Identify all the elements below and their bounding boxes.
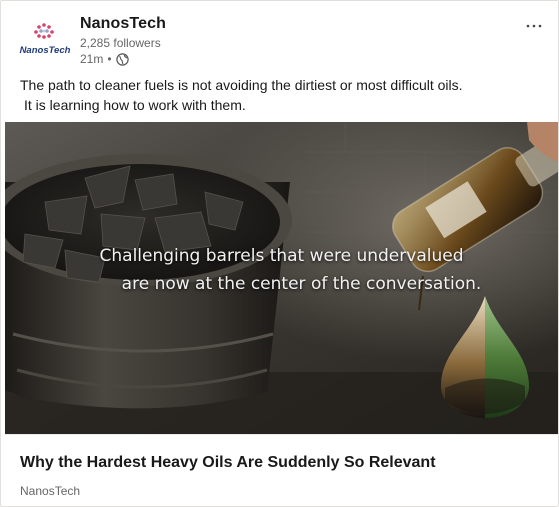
globe-icon [115,52,129,66]
author-name[interactable]: NanosTech [80,15,166,33]
article-title[interactable]: Why the Hardest Heavy Oils Are Suddenly … [20,454,436,472]
article-link-preview[interactable]: Why the Hardest Heavy Oils Are Suddenly … [5,434,558,506]
post-text-line-2: It is learning how to work with them. [24,97,246,113]
more-options-button[interactable] [526,13,542,34]
article-source: NanosTech [20,484,81,498]
post-time: 21m [80,52,104,66]
meta-separator: • [107,52,112,66]
nanostech-logo-icon: NanosTech [20,23,71,56]
logo-wordmark: NanosTech [20,45,71,56]
follower-count: 2,285 followers [80,36,161,50]
post-header: NanosTech NanosTech 2,285 followers 21m … [1,1,558,71]
post-card: NanosTech NanosTech 2,285 followers 21m … [0,0,559,507]
ellipsis-icon [526,24,542,28]
company-logo[interactable]: NanosTech [17,15,73,71]
image-overlay-caption: Challenging barrels that were undervalue… [5,242,558,298]
overlay-line-2: are now at the center of the conversatio… [121,274,482,294]
post-image[interactable]: Challenging barrels that were undervalue… [5,122,558,434]
overlay-line-1: Challenging barrels that were undervalue… [99,246,464,266]
post-body-text: The path to cleaner fuels is not avoidin… [20,75,540,115]
post-text-line-1: The path to cleaner fuels is not avoidin… [20,77,463,93]
post-meta: 21m • [80,52,129,66]
